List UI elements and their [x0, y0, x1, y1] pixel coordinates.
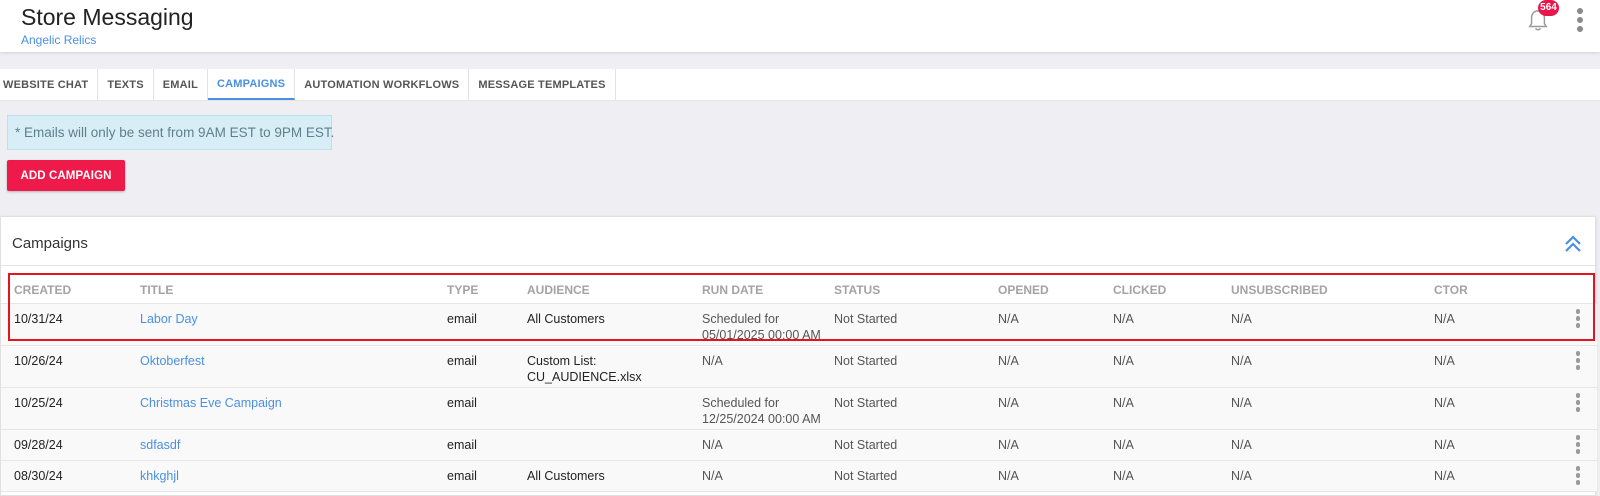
cell-type: email — [447, 354, 477, 368]
add-campaign-button[interactable]: ADD CAMPAIGN — [7, 160, 125, 191]
table-row[interactable]: 08/30/24 khkghjl email All Customers N/A… — [1, 461, 1597, 492]
column-header-ctor[interactable]: CTOR — [1434, 283, 1468, 297]
column-header-status[interactable]: STATUS — [834, 283, 880, 297]
email-hours-notice: * Emails will only be sent from 9AM EST … — [7, 115, 334, 150]
cell-run-date: N/A — [702, 438, 723, 452]
column-header-audience[interactable]: AUDIENCE — [527, 283, 590, 297]
cell-created: 10/31/24 — [14, 312, 63, 326]
cell-opened: N/A — [998, 438, 1019, 452]
cell-created: 10/25/24 — [14, 396, 63, 410]
cell-status: Not Started — [834, 354, 898, 368]
tab-campaigns[interactable]: CAMPAIGNS — [208, 69, 296, 100]
column-header-unsubscribed[interactable]: UNSUBSCRIBED — [1231, 283, 1328, 297]
cell-status: Not Started — [834, 312, 898, 326]
cell-created: 10/26/24 — [14, 354, 63, 368]
notification-badge: 564 — [1538, 0, 1559, 16]
table-row[interactable]: 09/28/24 sdfasdf email N/A Not Started N… — [1, 430, 1597, 461]
row-actions-icon[interactable] — [1573, 393, 1583, 417]
cell-type: email — [447, 469, 477, 483]
cell-clicked: N/A — [1113, 354, 1134, 368]
cell-opened: N/A — [998, 312, 1019, 326]
column-header-type[interactable]: TYPE — [447, 283, 478, 297]
campaigns-table: CREATED TITLE TYPE AUDIENCE RUN DATE STA… — [1, 274, 1597, 492]
panel-divider — [1, 265, 1595, 266]
cell-type: email — [447, 438, 477, 452]
cell-unsubscribed: N/A — [1231, 396, 1252, 410]
cell-ctor: N/A — [1434, 354, 1455, 368]
row-actions-icon[interactable] — [1573, 435, 1583, 459]
cell-audience: All Customers — [527, 312, 605, 326]
column-header-created[interactable]: CREATED — [14, 283, 71, 297]
tab-automation-workflows[interactable]: AUTOMATION WORKFLOWS — [295, 69, 470, 100]
cell-created: 08/30/24 — [14, 469, 63, 483]
campaign-title-link[interactable]: khkghjl — [140, 468, 179, 484]
table-row[interactable]: 10/31/24 Labor Day email All Customers S… — [1, 304, 1597, 346]
campaigns-panel: Campaigns CREATED TITLE TYPE AUDIENCE RU… — [0, 216, 1597, 496]
column-header-clicked[interactable]: CLICKED — [1113, 283, 1166, 297]
top-bar: Store Messaging Angelic Relics 564 — [0, 0, 1600, 52]
cell-status: Not Started — [834, 396, 898, 410]
collapse-chevron-icon[interactable] — [1562, 233, 1584, 255]
cell-opened: N/A — [998, 469, 1019, 483]
tab-message-templates[interactable]: MESSAGE TEMPLATES — [469, 69, 616, 100]
cell-status: Not Started — [834, 469, 898, 483]
cell-unsubscribed: N/A — [1231, 438, 1252, 452]
tab-bar: WEBSITE CHAT TEXTS EMAIL CAMPAIGNS AUTOM… — [0, 69, 1600, 101]
campaign-title-link[interactable]: Labor Day — [140, 311, 198, 327]
cell-unsubscribed: N/A — [1231, 312, 1252, 326]
campaign-title-link[interactable]: sdfasdf — [140, 437, 180, 453]
cell-type: email — [447, 396, 477, 410]
cell-run-date: N/A — [702, 469, 723, 483]
campaign-title-link[interactable]: Christmas Eve Campaign — [140, 395, 282, 411]
cell-ctor: N/A — [1434, 469, 1455, 483]
cell-created: 09/28/24 — [14, 438, 63, 452]
cell-audience: Custom List: CU_AUDIENCE.xlsx — [527, 354, 642, 384]
row-actions-icon[interactable] — [1573, 351, 1583, 375]
row-actions-icon[interactable] — [1573, 309, 1583, 333]
cell-clicked: N/A — [1113, 396, 1134, 410]
cell-ctor: N/A — [1434, 396, 1455, 410]
more-options-icon[interactable] — [1575, 8, 1585, 36]
cell-run-date: Scheduled for 12/25/2024 00:00 AM — [702, 396, 821, 426]
store-name-link[interactable]: Angelic Relics — [21, 33, 96, 47]
cell-opened: N/A — [998, 396, 1019, 410]
table-row[interactable]: 10/26/24 Oktoberfest email Custom List: … — [1, 346, 1597, 388]
tab-texts[interactable]: TEXTS — [98, 69, 154, 100]
cell-ctor: N/A — [1434, 438, 1455, 452]
tab-website-chat[interactable]: WEBSITE CHAT — [0, 69, 99, 100]
column-header-title[interactable]: TITLE — [140, 283, 173, 297]
row-actions-icon[interactable] — [1573, 466, 1583, 490]
cell-ctor: N/A — [1434, 312, 1455, 326]
table-header: CREATED TITLE TYPE AUDIENCE RUN DATE STA… — [1, 274, 1597, 304]
cell-audience: All Customers — [527, 469, 605, 483]
campaign-title-link[interactable]: Oktoberfest — [140, 353, 205, 369]
column-header-opened[interactable]: OPENED — [998, 283, 1049, 297]
cell-clicked: N/A — [1113, 312, 1134, 326]
table-row[interactable]: 10/25/24 Christmas Eve Campaign email Sc… — [1, 388, 1597, 430]
tab-email[interactable]: EMAIL — [154, 69, 208, 100]
cell-clicked: N/A — [1113, 469, 1134, 483]
cell-unsubscribed: N/A — [1231, 469, 1252, 483]
campaigns-panel-title: Campaigns — [12, 235, 88, 252]
cell-run-date: Scheduled for 05/01/2025 00:00 AM — [702, 312, 821, 342]
column-header-run-date[interactable]: RUN DATE — [702, 283, 763, 297]
cell-opened: N/A — [998, 354, 1019, 368]
cell-clicked: N/A — [1113, 438, 1134, 452]
cell-status: Not Started — [834, 438, 898, 452]
page-title: Store Messaging — [21, 4, 194, 30]
cell-unsubscribed: N/A — [1231, 354, 1252, 368]
cell-type: email — [447, 312, 477, 326]
cell-run-date: N/A — [702, 354, 723, 368]
